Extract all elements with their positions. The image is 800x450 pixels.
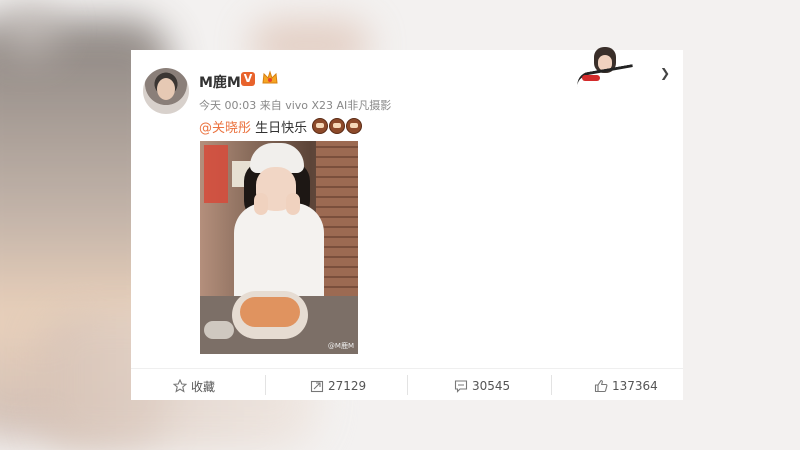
action-bar: 收藏 27129 30545 137364	[131, 368, 683, 399]
photo-watermark: @M鹿M	[327, 342, 354, 350]
favorite-label: 收藏	[191, 379, 216, 394]
like-button[interactable]: 137364	[594, 377, 658, 395]
star-icon	[173, 379, 187, 393]
photo-hand	[286, 193, 300, 215]
post-photo[interactable]: @M鹿M	[200, 141, 358, 354]
chevron-down-icon[interactable]: ❯	[660, 66, 670, 80]
action-divider	[551, 375, 552, 395]
photo-shirt	[234, 203, 324, 303]
comment-icon	[454, 379, 468, 393]
photo-soup	[240, 297, 300, 327]
cake-emoji-icon	[346, 118, 363, 134]
mention-link[interactable]: @关晓彤	[199, 121, 251, 136]
repost-icon	[310, 379, 324, 393]
comment-count: 30545	[472, 379, 511, 393]
photo-poster	[204, 145, 228, 203]
sticker-red-mark	[582, 75, 600, 81]
post-content: @关晓彤 生日快乐	[199, 117, 363, 136]
crown-icon	[262, 70, 278, 84]
verified-badge: V	[241, 72, 255, 86]
action-divider	[407, 375, 408, 395]
action-divider	[265, 375, 266, 395]
cake-emoji-icon	[312, 118, 329, 134]
author-avatar[interactable]	[143, 68, 189, 114]
author-name[interactable]: M鹿M	[199, 72, 241, 92]
repost-count: 27129	[328, 379, 367, 393]
post-text: 生日快乐	[251, 121, 308, 136]
post-meta: 今天 00:03 来自 vivo X23 AI非凡摄影	[199, 99, 392, 112]
favorite-button[interactable]: 收藏	[173, 377, 215, 395]
decorative-sticker	[574, 45, 644, 89]
background-blur-shape	[0, 0, 60, 60]
photo-plate	[204, 321, 234, 339]
weibo-post-card: M鹿M V 今天 00:03 来自 vivo X23 AI非凡摄影 @关晓彤 生…	[131, 50, 683, 400]
comment-button[interactable]: 30545	[454, 377, 510, 395]
photo-hand	[254, 193, 268, 215]
avatar-face	[157, 78, 175, 100]
cake-emoji-icon	[329, 118, 346, 134]
like-icon	[594, 379, 608, 393]
like-count: 137364	[612, 379, 658, 393]
repost-button[interactable]: 27129	[310, 377, 366, 395]
